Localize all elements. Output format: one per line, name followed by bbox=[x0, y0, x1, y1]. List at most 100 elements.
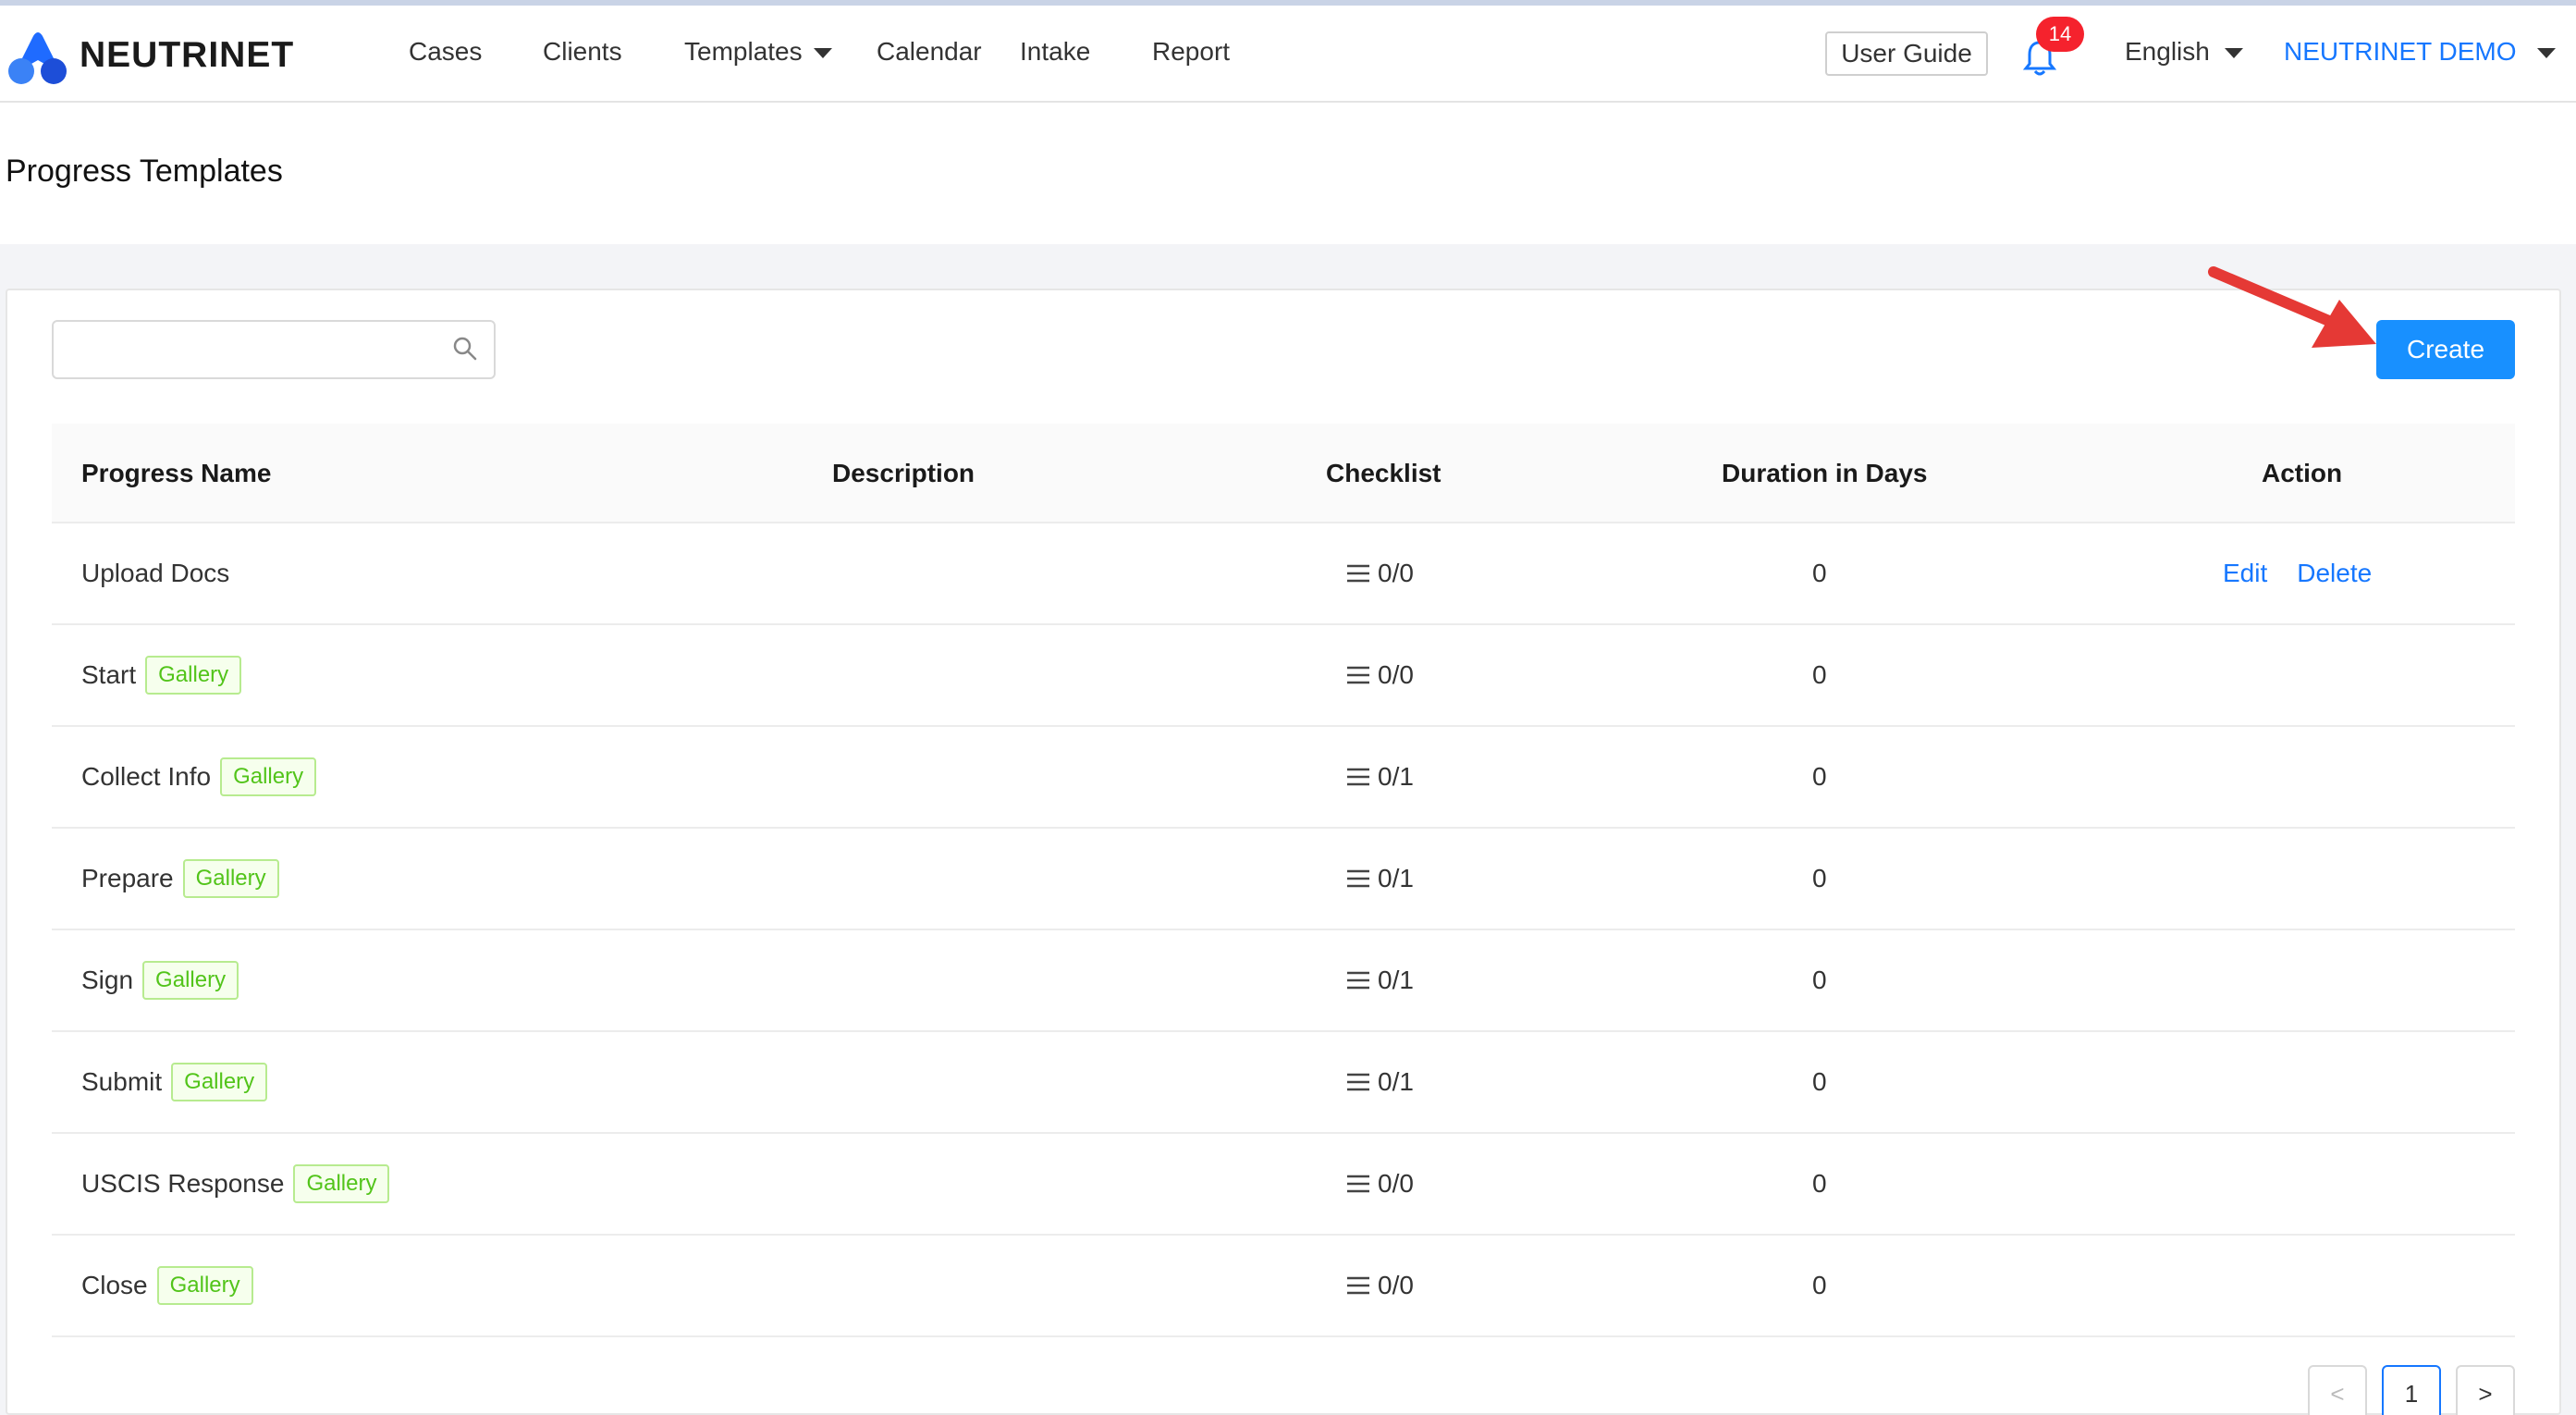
checklist-cell[interactable]: 0/1 bbox=[1346, 727, 1414, 827]
progress-name: Close bbox=[81, 1271, 148, 1299]
pagination-prev-button[interactable]: < bbox=[2308, 1365, 2367, 1415]
progress-name-cell: Collect Info Gallery bbox=[81, 727, 317, 827]
checklist-cell[interactable]: 0/1 bbox=[1346, 829, 1414, 929]
table-row: Close Gallery 0/0 0 bbox=[52, 1236, 2515, 1337]
table-row: USCIS Response Gallery 0/0 0 bbox=[52, 1134, 2515, 1236]
checklist-count: 0/1 bbox=[1378, 966, 1414, 994]
edit-link[interactable]: Edit bbox=[2223, 559, 2267, 588]
user-guide-button[interactable]: User Guide bbox=[1825, 31, 1988, 76]
chevron-down-icon bbox=[2224, 48, 2243, 59]
duration-cell: 0 bbox=[1812, 966, 1827, 994]
column-header-progress-name[interactable]: Progress Name bbox=[81, 459, 271, 488]
column-header-checklist[interactable]: Checklist bbox=[1326, 459, 1441, 488]
pagination-next-button[interactable]: > bbox=[2456, 1365, 2515, 1415]
checklist-count: 0/1 bbox=[1378, 864, 1414, 892]
progress-name-cell: Start Gallery bbox=[81, 625, 242, 725]
checklist-cell[interactable]: 0/0 bbox=[1346, 1236, 1414, 1335]
neutrinet-logo-icon bbox=[8, 32, 67, 84]
app-header: NEUTRINET Cases Clients Templates Calend… bbox=[0, 6, 2576, 103]
list-icon bbox=[1347, 666, 1369, 684]
progress-name-cell: Prepare Gallery bbox=[81, 829, 279, 929]
chevron-down-icon bbox=[813, 48, 832, 59]
progress-name: Sign bbox=[81, 966, 134, 994]
duration-cell: 0 bbox=[1812, 559, 1827, 587]
delete-link[interactable]: Delete bbox=[2297, 559, 2372, 588]
checklist-count: 0/0 bbox=[1378, 1271, 1414, 1299]
create-button[interactable]: Create bbox=[2376, 320, 2515, 379]
table-body: Upload Docs 0/0 0 Edit Delete Start Gallery 0/0… bbox=[52, 523, 2515, 1337]
table-row: Collect Info Gallery 0/1 0 bbox=[52, 727, 2515, 829]
list-icon bbox=[1347, 768, 1369, 786]
list-icon bbox=[1347, 869, 1369, 888]
table-header: Progress Name Description Checklist Dura… bbox=[52, 424, 2515, 523]
gallery-tag: Gallery bbox=[182, 859, 279, 898]
user-name: NEUTRINET DEMO bbox=[2284, 37, 2517, 66]
search-box[interactable] bbox=[52, 320, 496, 379]
red-arrow-annotation-icon bbox=[2208, 266, 2376, 348]
progress-name-cell: Upload Docs bbox=[81, 523, 229, 623]
table-row: Upload Docs 0/0 0 Edit Delete bbox=[52, 523, 2515, 625]
gallery-tag: Gallery bbox=[220, 757, 317, 796]
column-header-duration[interactable]: Duration in Days bbox=[1722, 459, 1927, 488]
nav-templates[interactable]: Templates bbox=[684, 37, 832, 67]
list-icon bbox=[1347, 1276, 1369, 1295]
checklist-cell[interactable]: 0/0 bbox=[1346, 523, 1414, 623]
language-label: English bbox=[2125, 37, 2210, 66]
action-cell: Edit Delete bbox=[2223, 523, 2372, 623]
list-icon bbox=[1347, 971, 1369, 990]
progress-name: Start bbox=[81, 660, 137, 689]
duration-cell: 0 bbox=[1812, 762, 1827, 791]
progress-name: Upload Docs bbox=[81, 559, 230, 587]
progress-name: Submit bbox=[81, 1067, 163, 1096]
checklist-cell[interactable]: 0/1 bbox=[1346, 930, 1414, 1030]
duration-cell: 0 bbox=[1812, 1271, 1827, 1299]
chevron-down-icon bbox=[2536, 48, 2556, 59]
progress-name-cell: USCIS Response Gallery bbox=[81, 1134, 390, 1234]
duration-cell: 0 bbox=[1812, 660, 1827, 689]
brand-name: NEUTRINET bbox=[80, 35, 295, 75]
user-menu[interactable]: NEUTRINET DEMO bbox=[2284, 37, 2556, 67]
search-icon[interactable] bbox=[451, 335, 479, 363]
table-row: Submit Gallery 0/1 0 bbox=[52, 1032, 2515, 1134]
table-row: Sign Gallery 0/1 0 bbox=[52, 930, 2515, 1032]
progress-name: USCIS Response bbox=[81, 1169, 285, 1198]
table-row: Start Gallery 0/0 0 bbox=[52, 625, 2515, 727]
list-icon bbox=[1347, 1073, 1369, 1091]
language-selector[interactable]: English bbox=[2125, 37, 2243, 67]
column-header-description[interactable]: Description bbox=[832, 459, 975, 488]
pagination-page-1[interactable]: 1 bbox=[2382, 1365, 2441, 1415]
gallery-tag: Gallery bbox=[171, 1063, 268, 1101]
duration-cell: 0 bbox=[1812, 864, 1827, 892]
checklist-cell[interactable]: 0/1 bbox=[1346, 1032, 1414, 1132]
gallery-tag: Gallery bbox=[142, 961, 239, 1000]
progress-name-cell: Submit Gallery bbox=[81, 1032, 268, 1132]
progress-name-cell: Close Gallery bbox=[81, 1236, 253, 1335]
checklist-count: 0/0 bbox=[1378, 660, 1414, 689]
nav-calendar[interactable]: Calendar bbox=[877, 37, 982, 67]
brand-logo[interactable]: NEUTRINET bbox=[6, 22, 294, 89]
nav-cases[interactable]: Cases bbox=[409, 37, 482, 67]
notification-badge: 14 bbox=[2036, 17, 2084, 52]
nav-clients[interactable]: Clients bbox=[543, 37, 622, 67]
checklist-cell[interactable]: 0/0 bbox=[1346, 1134, 1414, 1234]
progress-name: Prepare bbox=[81, 864, 174, 892]
table-row: Prepare Gallery 0/1 0 bbox=[52, 829, 2515, 930]
gallery-tag: Gallery bbox=[293, 1164, 390, 1203]
gallery-tag: Gallery bbox=[156, 1266, 253, 1305]
nav-templates-label: Templates bbox=[684, 37, 803, 66]
checklist-count: 0/1 bbox=[1378, 1067, 1414, 1096]
checklist-count: 0/1 bbox=[1378, 762, 1414, 791]
templates-table: Progress Name Description Checklist Dura… bbox=[52, 424, 2515, 1337]
duration-cell: 0 bbox=[1812, 1169, 1827, 1198]
search-input[interactable] bbox=[65, 331, 435, 368]
nav-report[interactable]: Report bbox=[1152, 37, 1230, 67]
gallery-tag: Gallery bbox=[145, 656, 242, 695]
list-icon bbox=[1347, 1175, 1369, 1193]
nav-intake[interactable]: Intake bbox=[1020, 37, 1090, 67]
duration-cell: 0 bbox=[1812, 1067, 1827, 1096]
progress-name: Collect Info bbox=[81, 762, 212, 791]
column-header-action[interactable]: Action bbox=[2262, 459, 2342, 488]
checklist-cell[interactable]: 0/0 bbox=[1346, 625, 1414, 725]
checklist-count: 0/0 bbox=[1378, 1169, 1414, 1198]
progress-name-cell: Sign Gallery bbox=[81, 930, 239, 1030]
